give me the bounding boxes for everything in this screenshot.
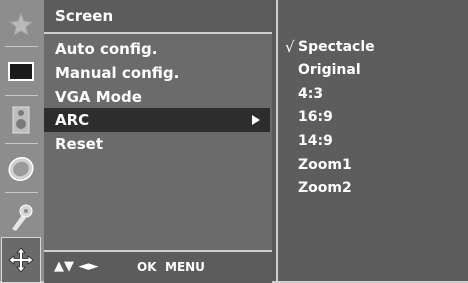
category-icon-bar [0, 0, 44, 283]
menu-item-vga-mode[interactable]: VGA Mode [44, 85, 270, 109]
screen-menu-panel: Screen Auto config. Manual config. VGA M… [44, 0, 272, 283]
arc-submenu-panel: √ Spectacle Original 4:3 16:9 14:9 Zoom1… [276, 0, 468, 281]
arc-option-label: Spectacle [298, 39, 375, 55]
arc-option-14-9[interactable]: 14:9 [278, 130, 468, 152]
arc-option-label: Zoom2 [298, 180, 352, 196]
menu-item-label: ARC [55, 111, 90, 129]
screen-icon[interactable] [2, 50, 40, 94]
ok-hint: OK [137, 260, 157, 274]
menu-item-label: Reset [55, 135, 103, 153]
arc-option-label: 16:9 [298, 109, 333, 125]
arc-option-16-9[interactable]: 16:9 [278, 106, 468, 128]
speaker-icon[interactable] [2, 98, 40, 142]
arc-option-original[interactable]: Original [278, 59, 468, 81]
arc-option-zoom2[interactable]: Zoom2 [278, 177, 468, 199]
arc-option-label: Zoom1 [298, 157, 352, 173]
arc-option-4-3[interactable]: 4:3 [278, 83, 468, 105]
icon-divider [5, 46, 38, 47]
arc-option-label: 4:3 [298, 86, 324, 102]
checkmark-icon: √ [285, 38, 295, 56]
navigation-arrows-hint: ▲▼ ◄► [54, 259, 99, 274]
arc-option-label: 14:9 [298, 133, 333, 149]
screen-adjust-icon[interactable] [1, 237, 41, 283]
menu-hint: MENU [165, 260, 205, 274]
icon-divider [5, 95, 38, 96]
menu-item-arc[interactable]: ARC [44, 108, 270, 132]
arc-option-zoom1[interactable]: Zoom1 [278, 154, 468, 176]
submenu-arrow-icon [252, 115, 260, 125]
icon-divider [5, 143, 38, 144]
menu-title: Screen [55, 7, 114, 25]
menu-item-label: Auto config. [55, 40, 158, 58]
menu-title-bar: Screen [44, 0, 272, 34]
picture-effects-icon[interactable] [2, 2, 40, 46]
menu-item-label: VGA Mode [55, 88, 142, 106]
key-icon[interactable] [2, 195, 40, 239]
menu-item-auto-config[interactable]: Auto config. [44, 37, 270, 61]
menu-item-reset[interactable]: Reset [44, 132, 270, 156]
clock-icon[interactable] [2, 147, 40, 191]
menu-item-label: Manual config. [55, 64, 180, 82]
arc-option-label: Original [298, 62, 361, 78]
menu-item-manual-config[interactable]: Manual config. [44, 61, 270, 85]
arc-option-spectacle[interactable]: √ Spectacle [278, 36, 468, 58]
menu-footer: ▲▼ ◄► OK MENU [44, 250, 272, 283]
osd-menu: Screen Auto config. Manual config. VGA M… [0, 0, 468, 283]
icon-divider [5, 192, 38, 193]
